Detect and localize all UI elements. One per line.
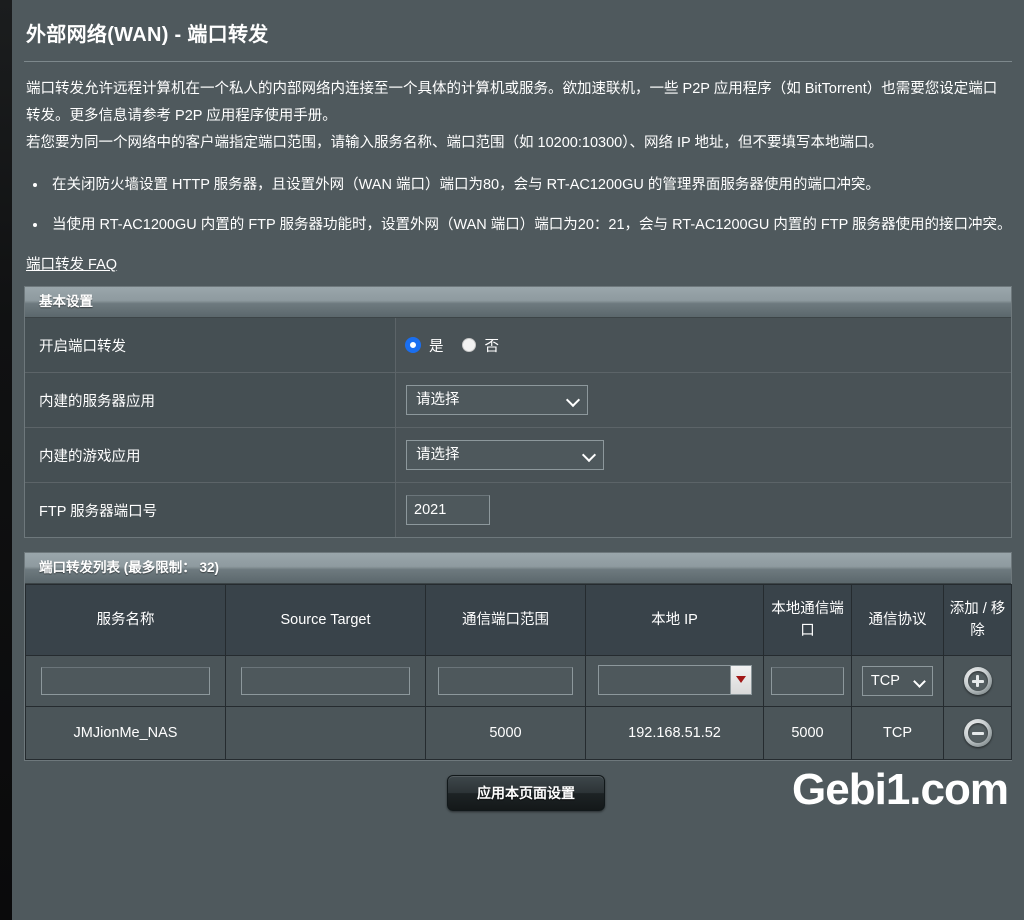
note-item: 当使用 RT-AC1200GU 内置的 FTP 服务器功能时，设置外网（WAN … xyxy=(48,211,1012,239)
port-forwarding-list-header: 端口转发列表 (最多限制： 32) xyxy=(25,553,1011,584)
column-header-add-remove: 添加 / 移除 xyxy=(943,584,1012,656)
cell-protocol: TCP xyxy=(851,706,944,760)
notes-list: 在关闭防火墙设置 HTTP 服务器，且设置外网（WAN 端口）端口为80，会与 … xyxy=(24,171,1012,239)
new-service-name-input[interactable] xyxy=(40,667,211,695)
apply-settings-button[interactable]: 应用本页面设置 xyxy=(447,775,605,811)
page-content: 外部网络(WAN) - 端口转发 端口转发允许远程计算机在一个私人的内部网络内连… xyxy=(12,0,1024,920)
local-ip-dropdown-button[interactable] xyxy=(729,665,751,694)
new-local-port-input[interactable] xyxy=(770,667,845,695)
cell-port-range: 5000 xyxy=(425,706,586,760)
triangle-down-icon xyxy=(735,676,746,683)
enable-port-forwarding-radio-group[interactable]: 是 否 xyxy=(406,335,1010,356)
cell-local-port: 5000 xyxy=(763,706,852,760)
port-forwarding-table: 服务名称 Source Target 通信端口范围 本地 IP 本地通信端口 通… xyxy=(25,584,1012,760)
description-paragraph-1: 端口转发允许远程计算机在一个私人的内部网络内连接至一个具体的计算机或服务。欲加速… xyxy=(26,81,998,124)
basic-settings-panel: 基本设置 开启端口转发 是 否 内建的服务器应用 请选择 内建的游戏应用 请选择… xyxy=(24,286,1012,538)
new-local-ip-combo[interactable] xyxy=(597,664,752,695)
cell-source-target xyxy=(225,706,426,760)
column-header-port-range: 通信端口范围 xyxy=(425,584,586,656)
ftp-port-input[interactable] xyxy=(406,495,490,525)
basic-settings-table: 开启端口转发 是 否 内建的服务器应用 请选择 内建的游戏应用 请选择 FTP … xyxy=(25,318,1011,537)
new-port-range-input[interactable] xyxy=(437,667,573,695)
add-rule-button[interactable] xyxy=(963,667,992,695)
description-paragraph-2: 若您要为同一个网络中的客户端指定端口范围，请输入服务名称、端口范围（如 1020… xyxy=(26,135,883,151)
radio-no-label: 否 xyxy=(484,338,500,355)
cell-service-name: JMJionMe_NAS xyxy=(25,706,226,760)
row-enable-port-forwarding: 开启端口转发 是 否 xyxy=(25,318,1011,373)
new-local-ip-input[interactable] xyxy=(599,666,730,694)
new-protocol-select[interactable]: TCP xyxy=(861,666,934,696)
label-game-application: 内建的游戏应用 xyxy=(25,427,396,483)
new-source-target-input[interactable] xyxy=(240,667,411,695)
row-server-application: 内建的服务器应用 请选择 xyxy=(25,372,1011,428)
title-divider xyxy=(24,61,1012,62)
column-header-protocol: 通信协议 xyxy=(851,584,944,656)
page-title: 外部网络(WAN) - 端口转发 xyxy=(26,24,269,46)
table-row: JMJionMe_NAS 5000 192.168.51.52 5000 TCP xyxy=(25,706,1012,760)
note-item: 在关闭防火墙设置 HTTP 服务器，且设置外网（WAN 端口）端口为80，会与 … xyxy=(48,171,1012,199)
column-header-local-ip: 本地 IP xyxy=(585,584,764,656)
radio-no[interactable] xyxy=(461,338,476,352)
radio-yes[interactable] xyxy=(406,338,420,352)
label-ftp-port: FTP 服务器端口号 xyxy=(25,482,396,537)
port-forwarding-list-panel: 端口转发列表 (最多限制： 32) 服务名称 Source Target 通信端… xyxy=(24,552,1012,761)
port-forwarding-faq-link[interactable]: 端口转发 FAQ xyxy=(26,253,117,274)
column-header-source-target: Source Target xyxy=(225,584,426,656)
remove-rule-button[interactable] xyxy=(963,719,992,747)
page-footer: 应用本页面设置 Gebi1.com xyxy=(24,761,1012,819)
server-application-select[interactable]: 请选择 xyxy=(406,385,588,415)
label-enable-port-forwarding: 开启端口转发 xyxy=(25,318,396,373)
row-game-application: 内建的游戏应用 请选择 xyxy=(25,427,1011,483)
table-header-row: 服务名称 Source Target 通信端口范围 本地 IP 本地通信端口 通… xyxy=(25,584,1012,656)
row-ftp-port: FTP 服务器端口号 xyxy=(25,482,1011,537)
column-header-service-name: 服务名称 xyxy=(25,584,226,656)
game-application-select[interactable]: 请选择 xyxy=(406,440,604,470)
column-header-local-port: 本地通信端口 xyxy=(763,584,852,656)
router-admin-page: 外部网络(WAN) - 端口转发 端口转发允许远程计算机在一个私人的内部网络内连… xyxy=(0,0,1024,920)
watermark: Gebi1.com xyxy=(792,765,1009,814)
label-server-application: 内建的服务器应用 xyxy=(25,372,396,428)
new-entry-row: TCP xyxy=(25,655,1012,707)
page-description: 端口转发允许远程计算机在一个私人的内部网络内连接至一个具体的计算机或服务。欲加速… xyxy=(24,76,1012,157)
cell-local-ip: 192.168.51.52 xyxy=(585,706,764,760)
radio-yes-label: 是 xyxy=(429,338,444,355)
basic-settings-header: 基本设置 xyxy=(25,287,1011,318)
